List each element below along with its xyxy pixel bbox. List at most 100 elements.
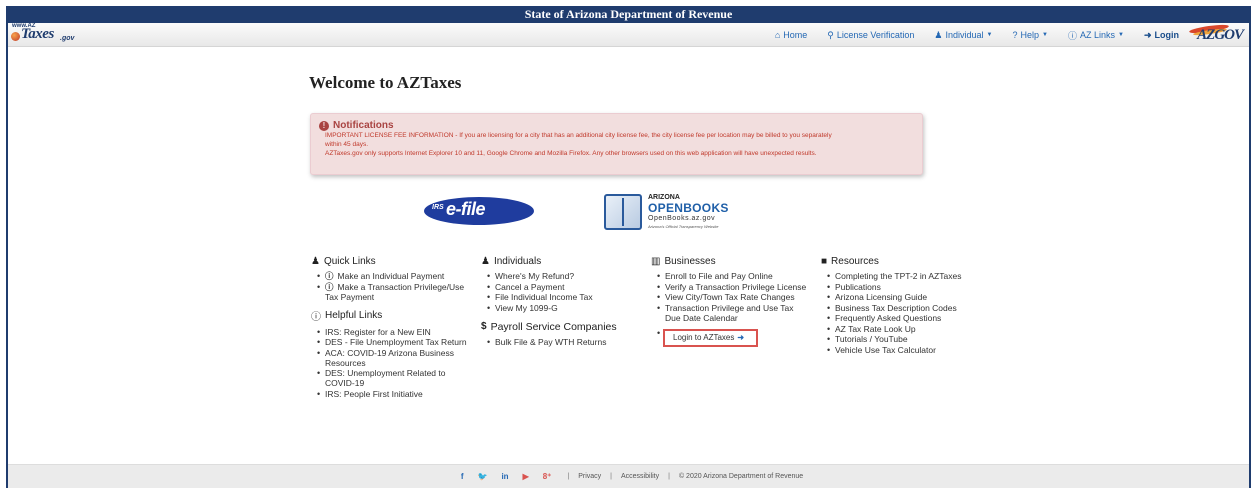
list-item[interactable]: AZ Tax Rate Look Up (827, 324, 991, 334)
aztaxes-logo[interactable]: www.AZ Taxes .gov (8, 23, 88, 46)
nav-help-label: Help (1020, 30, 1040, 40)
info-circle-icon: ⓘ (311, 311, 321, 323)
quick-links-heading: ♟ Quick Links (311, 256, 471, 267)
list-item[interactable]: IRS: People First Initiative (317, 389, 471, 399)
book-icon (604, 194, 642, 230)
list-item[interactable]: DES: Unemployment Related to COVID-19 (317, 368, 471, 388)
footer-separator: | (610, 473, 612, 480)
nav-individual-label: Individual (945, 30, 984, 40)
login-link-label: Login to AZTaxes (673, 332, 735, 342)
list-item[interactable]: ⓘMake an Individual Payment (317, 271, 471, 281)
list-item[interactable]: ⓘMake a Transaction Privilege/Use Tax Pa… (317, 281, 471, 302)
user-icon: ♟ (934, 29, 943, 40)
twitter-icon[interactable]: 🐦 (477, 472, 487, 481)
caret-down-icon: ▼ (1042, 32, 1048, 38)
list-item[interactable]: Bulk File & Pay WTH Returns (487, 337, 641, 347)
nav-license-label: License Verification (836, 30, 915, 40)
nav-license-verification[interactable]: ⚲ License Verification (827, 30, 914, 41)
agency-title: State of Arizona Department of Revenue (524, 7, 733, 21)
google-plus-icon[interactable]: 8⁺ (543, 472, 552, 481)
sign-in-icon: ➜ (737, 332, 745, 342)
nav-menu: ⌂ Home ⚲ License Verification ♟ Individual ▼… (755, 23, 1179, 47)
list-item[interactable]: Where's My Refund? (487, 271, 641, 281)
individuals-heading: ♟ Individuals (481, 256, 641, 267)
nav-az-links[interactable]: ⓘ AZ Links ▼ (1068, 29, 1124, 42)
openbooks-line-4: Arizona's Official Transparency Website (648, 224, 719, 229)
home-icon: ⌂ (774, 30, 781, 40)
logo-word: Taxes (21, 26, 54, 42)
page-frame (6, 6, 1251, 488)
list-item[interactable]: Verify a Transaction Privilege License (657, 282, 811, 292)
list-item[interactable]: View City/Town Tax Rate Changes (657, 292, 811, 302)
sign-in-icon: ➜ (1143, 29, 1152, 40)
notifications-header: ! Notifications (319, 120, 914, 131)
list-item[interactable]: IRS: Register for a New EIN (317, 327, 471, 337)
logo-gov: .gov (60, 35, 75, 42)
individuals-list: Where's My Refund? Cancel a Payment File… (481, 271, 641, 313)
user-icon: ♟ (311, 256, 320, 267)
page-title: Welcome to AZTaxes (309, 73, 462, 92)
question-circle-icon: ? (1012, 30, 1018, 40)
openbooks-logo[interactable]: ARIZONA OPENBOOKS OpenBooks.az.gov Arizo… (604, 192, 744, 234)
businesses-heading: ▥ Businesses (651, 256, 811, 267)
list-item[interactable]: Transaction Privilege and Use Tax Due Da… (657, 303, 811, 323)
info-circle-icon: ⓘ (1067, 30, 1077, 41)
footer-separator: | (668, 473, 670, 480)
list-item[interactable]: Tutorials / YouTube (827, 334, 991, 344)
resources-title: Resources (831, 256, 879, 267)
azgov-text: AZGOV (1197, 27, 1244, 43)
list-item[interactable]: DES - File Unemployment Tax Return (317, 337, 471, 347)
list-item[interactable]: Business Tax Description Codes (827, 303, 991, 313)
list-item[interactable]: Arizona Licensing Guide (827, 292, 991, 302)
notifications-panel: ! Notifications IMPORTANT LICENSE FEE INF… (310, 113, 923, 175)
quick-link-label: Make a Transaction Privilege/Use Tax Pay… (325, 281, 465, 302)
exclamation-circle-icon: ! (319, 120, 329, 131)
payroll-heading: $ Payroll Service Companies (481, 321, 641, 333)
login-to-aztaxes-link[interactable]: Login to AZTaxes ➜ (663, 328, 759, 347)
nav-help[interactable]: ? Help ▼ (1012, 30, 1047, 40)
top-navbar: www.AZ Taxes .gov ⌂ Home ⚲ License Verific… (8, 23, 1249, 47)
individuals-title: Individuals (493, 256, 542, 267)
nav-individual[interactable]: ♟ Individual ▼ (934, 30, 992, 41)
dollar-icon: $ (481, 321, 487, 332)
resources-list: Completing the TPT-2 in AZTaxes Publicat… (821, 271, 991, 355)
azgov-logo[interactable]: AZGOV (1185, 23, 1244, 45)
footer-privacy-link[interactable]: Privacy (578, 473, 601, 480)
efile-text: e-file (446, 199, 486, 219)
nav-azlinks-label: AZ Links (1079, 30, 1115, 40)
businesses-section: ▥Businesses Enroll to File and Pay Onlin… (651, 256, 811, 347)
nav-home[interactable]: ⌂ Home (775, 30, 807, 40)
info-circle-icon: ⓘ (325, 281, 334, 292)
footer: f 🐦 in ▶ 8⁺ | Privacy | Accessibility | … (8, 464, 1249, 488)
resources-heading: ■ Resources (821, 256, 991, 267)
list-item[interactable]: View My 1099-G (487, 303, 641, 313)
linkedin-icon[interactable]: in (501, 472, 508, 481)
footer-accessibility-link[interactable]: Accessibility (621, 473, 659, 480)
book-icon: ■ (821, 256, 828, 267)
list-item[interactable]: Enroll to File and Pay Online (657, 271, 811, 281)
helpful-links-list: IRS: Register for a New EIN DES - File U… (311, 327, 471, 399)
openbooks-line-1: ARIZONA (648, 194, 680, 201)
facebook-icon[interactable]: f (461, 472, 464, 481)
list-item[interactable]: Publications (827, 282, 991, 292)
nav-login[interactable]: ➜ Login (1144, 30, 1179, 41)
youtube-icon[interactable]: ▶ (523, 472, 529, 481)
user-icon: ♟ (481, 256, 490, 267)
nav-login-label: Login (1154, 30, 1180, 40)
irs-efile-logo[interactable]: IRS e-file (424, 197, 534, 225)
list-item[interactable]: Frequently Asked Questions (827, 313, 991, 323)
list-item[interactable]: File Individual Income Tax (487, 292, 641, 302)
list-item[interactable]: Completing the TPT-2 in AZTaxes (827, 271, 991, 281)
list-item[interactable]: Cancel a Payment (487, 282, 641, 292)
notification-line-2: within 45 days. (325, 141, 368, 148)
notifications-title: Notifications (333, 120, 394, 131)
efile-irs: IRS (432, 204, 444, 211)
list-item[interactable]: Vehicle Use Tax Calculator (827, 345, 991, 355)
quick-links-title: Quick Links (323, 256, 376, 267)
footer-separator: | (567, 473, 570, 480)
helpful-links-heading: ⓘ Helpful Links (311, 308, 471, 323)
payroll-list: Bulk File & Pay WTH Returns (481, 337, 641, 347)
businesses-list: Enroll to File and Pay Online Verify a T… (651, 271, 811, 347)
list-item[interactable]: ACA: COVID-19 Arizona Business Resources (317, 348, 471, 368)
quick-link-label: Make an Individual Payment (337, 271, 445, 281)
